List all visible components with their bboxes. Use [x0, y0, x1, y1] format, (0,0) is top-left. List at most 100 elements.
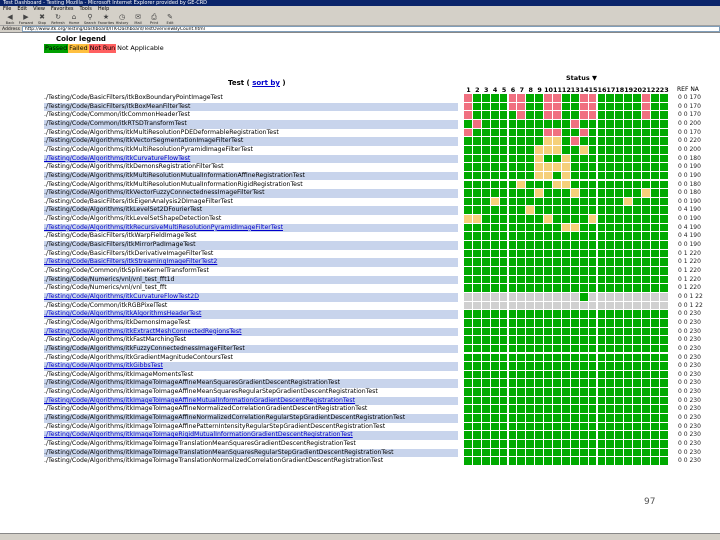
status-cell[interactable]	[553, 344, 562, 354]
status-cell[interactable]	[472, 258, 482, 267]
status-cell[interactable]	[606, 189, 616, 198]
status-cell[interactable]	[544, 327, 553, 337]
status-cell[interactable]	[650, 396, 660, 406]
status-cell[interactable]	[642, 206, 651, 216]
status-cell[interactable]	[553, 292, 562, 302]
status-cell[interactable]	[490, 154, 500, 164]
status-cell[interactable]	[606, 448, 616, 458]
status-cell[interactable]	[633, 310, 642, 319]
status-cell[interactable]	[588, 353, 598, 363]
status-cell[interactable]	[650, 241, 660, 250]
status-cell[interactable]	[633, 102, 642, 112]
status-cell[interactable]	[526, 344, 536, 354]
status-cell[interactable]	[499, 405, 509, 415]
status-cell[interactable]	[464, 396, 473, 406]
status-cell[interactable]	[464, 189, 473, 198]
status-column-number[interactable]: 17	[606, 86, 615, 94]
status-cell[interactable]	[553, 301, 562, 311]
status-cell[interactable]	[659, 431, 669, 440]
status-cell[interactable]	[472, 206, 482, 216]
print-button[interactable]: ⎙ Print	[146, 12, 162, 26]
status-cell[interactable]	[650, 137, 660, 146]
status-cell[interactable]	[490, 336, 500, 345]
status-cell[interactable]	[624, 102, 634, 112]
status-cell[interactable]	[606, 422, 616, 432]
status-cell[interactable]	[526, 353, 536, 363]
status-column-number[interactable]: 7	[517, 86, 526, 94]
status-cell[interactable]	[464, 405, 473, 415]
status-cell[interactable]	[606, 388, 616, 397]
status-cell[interactable]	[642, 440, 651, 449]
status-cell[interactable]	[490, 267, 500, 276]
status-column-number[interactable]: 9	[535, 86, 544, 94]
status-cell[interactable]	[517, 388, 527, 397]
status-cell[interactable]	[490, 145, 500, 155]
status-cell[interactable]	[464, 344, 473, 354]
status-cell[interactable]	[624, 396, 634, 406]
status-cell[interactable]	[553, 405, 562, 415]
status-cell[interactable]	[517, 422, 527, 432]
status-cell[interactable]	[579, 171, 589, 181]
status-cell[interactable]	[526, 310, 536, 319]
status-cell[interactable]	[472, 180, 482, 190]
status-cell[interactable]	[472, 457, 482, 466]
status-cell[interactable]	[544, 119, 553, 129]
status-cell[interactable]	[544, 353, 553, 363]
status-cell[interactable]	[526, 145, 536, 155]
status-cell[interactable]	[472, 145, 482, 155]
status-cell[interactable]	[615, 448, 625, 458]
status-cell[interactable]	[553, 154, 562, 164]
status-cell[interactable]	[481, 327, 491, 337]
status-cell[interactable]	[472, 94, 482, 103]
status-cell[interactable]	[650, 310, 660, 319]
status-cell[interactable]	[464, 422, 473, 432]
status-cell[interactable]	[481, 267, 491, 276]
status-cell[interactable]	[526, 94, 536, 103]
status-cell[interactable]	[490, 318, 500, 328]
status-cell[interactable]	[544, 344, 553, 354]
status-cell[interactable]	[633, 388, 642, 397]
status-column-number[interactable]: 15	[589, 86, 598, 94]
status-cell[interactable]	[490, 232, 500, 242]
status-cell[interactable]	[606, 206, 616, 216]
status-cell[interactable]	[659, 284, 669, 293]
status-cell[interactable]	[642, 249, 651, 259]
status-cell[interactable]	[490, 197, 500, 207]
status-cell[interactable]	[553, 128, 562, 138]
status-cell[interactable]	[615, 275, 625, 285]
status-cell[interactable]	[481, 379, 491, 389]
status-cell[interactable]	[650, 215, 660, 224]
status-cell[interactable]	[464, 284, 473, 293]
status-cell[interactable]	[535, 102, 545, 112]
status-cell[interactable]	[606, 275, 616, 285]
status-cell[interactable]	[508, 215, 518, 224]
status-cell[interactable]	[561, 353, 571, 363]
status-cell[interactable]	[606, 154, 616, 164]
status-cell[interactable]	[464, 292, 473, 302]
status-cell[interactable]	[650, 189, 660, 198]
status-cell[interactable]	[650, 119, 660, 129]
status-cell[interactable]	[464, 137, 473, 146]
status-cell[interactable]	[544, 457, 553, 466]
status-cell[interactable]	[615, 353, 625, 363]
status-cell[interactable]	[570, 301, 580, 311]
status-cell[interactable]	[464, 414, 473, 423]
status-cell[interactable]	[535, 94, 545, 103]
status-cell[interactable]	[606, 396, 616, 406]
status-cell[interactable]	[642, 145, 651, 155]
status-cell[interactable]	[570, 180, 580, 190]
status-cell[interactable]	[579, 223, 589, 233]
status-cell[interactable]	[499, 370, 509, 380]
status-cell[interactable]	[597, 301, 607, 311]
status-cell[interactable]	[517, 180, 527, 190]
status-cell[interactable]	[579, 292, 589, 302]
status-cell[interactable]	[624, 189, 634, 198]
status-cell[interactable]	[615, 396, 625, 406]
status-cell[interactable]	[526, 414, 536, 423]
status-cell[interactable]	[615, 388, 625, 397]
status-cell[interactable]	[490, 180, 500, 190]
status-cell[interactable]	[535, 119, 545, 129]
status-cell[interactable]	[472, 379, 482, 389]
status-cell[interactable]	[579, 422, 589, 432]
status-cell[interactable]	[615, 111, 625, 120]
